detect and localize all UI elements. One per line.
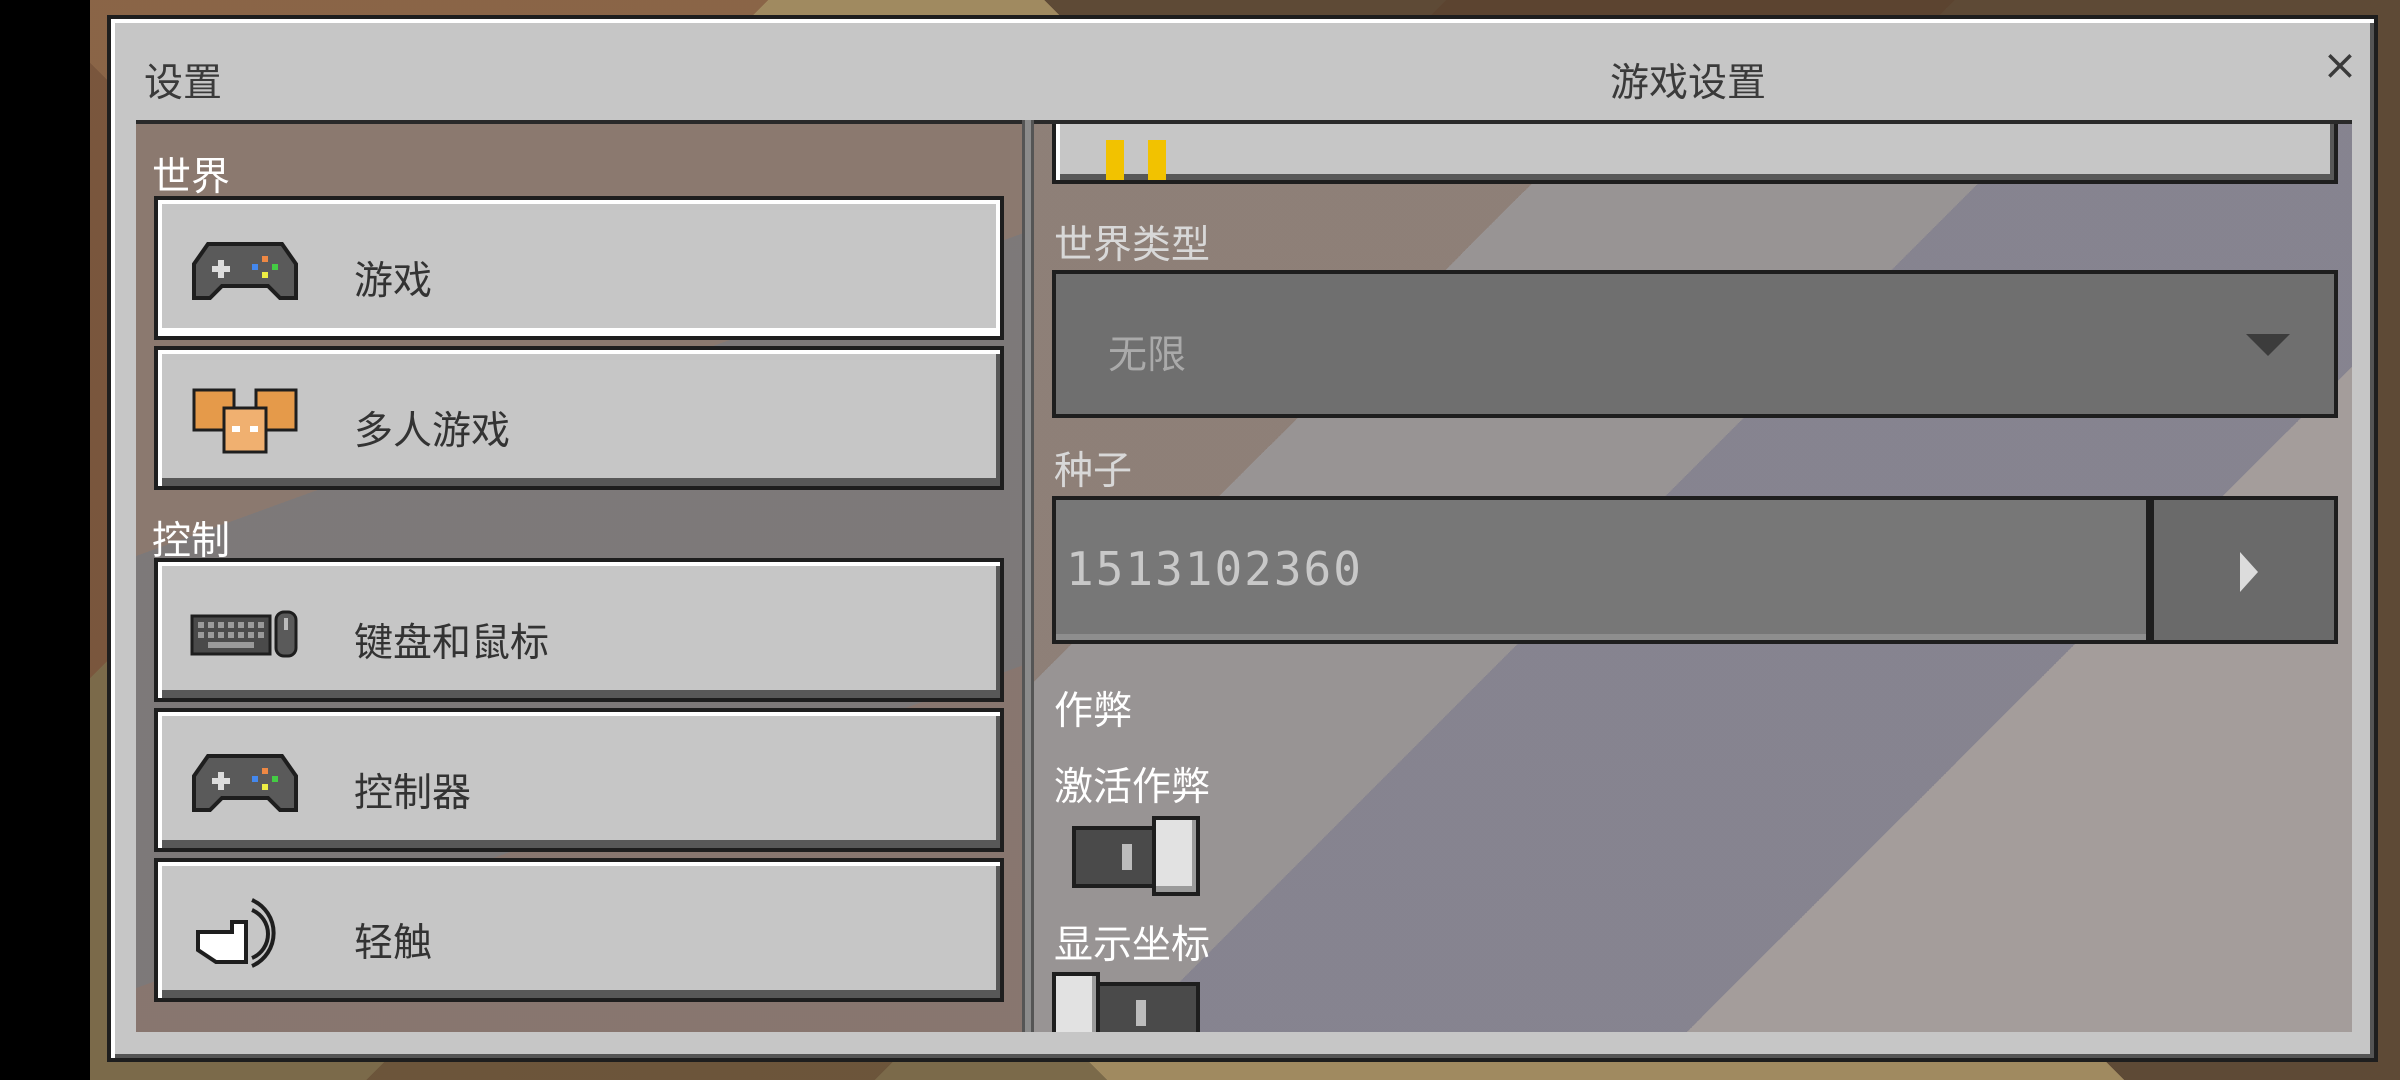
show-coordinates-toggle[interactable]	[1052, 972, 1200, 1036]
sidebar-item-label: 控制器	[354, 771, 472, 816]
cheats-section-title: 作弊	[1054, 689, 1133, 734]
toggle-knob	[1052, 972, 1100, 1036]
players-icon	[192, 388, 298, 454]
keyboard-mouse-icon	[190, 610, 298, 658]
window-bottom-edge	[136, 1032, 2352, 1042]
gamepad-icon	[192, 242, 298, 300]
toggle-knob	[1152, 816, 1200, 896]
world-type-label: 世界类型	[1054, 223, 1211, 268]
chevron-down-icon	[2246, 334, 2290, 356]
settings-title: 设置	[144, 61, 223, 106]
sidebar-item-touch[interactable]: 轻触	[154, 858, 1004, 1002]
activate-cheats-label: 激活作弊	[1054, 765, 1211, 810]
difficulty-dropdown-partial[interactable]	[1052, 124, 2338, 184]
sidebar-item-label: 轻触	[354, 921, 433, 966]
seed-random-button[interactable]	[2150, 496, 2338, 644]
seed-label: 种子	[1054, 449, 1133, 494]
touch-icon	[196, 898, 276, 968]
sidebar-item-game[interactable]: 游戏	[154, 196, 1004, 340]
seed-field[interactable]: 1513102360	[1052, 496, 2150, 644]
sidebar-item-label: 键盘和鼠标	[354, 621, 550, 666]
controller-icon	[192, 754, 298, 812]
show-coordinates-label: 显示坐标	[1054, 923, 1211, 968]
world-type-dropdown[interactable]: 无限	[1052, 270, 2338, 418]
game-settings-panel[interactable]: 世界类型 无限 种子 1513102360 作弊 激活作弊 显示坐标	[1034, 120, 2352, 1036]
difficulty-icon	[1106, 140, 1166, 180]
panel-scrollbar[interactable]	[1022, 120, 1034, 1032]
sidebar-item-keyboard-mouse[interactable]: 键盘和鼠标	[154, 558, 1004, 702]
sidebar-item-label: 多人游戏	[354, 409, 511, 454]
sidebar-item-multiplayer[interactable]: 多人游戏	[154, 346, 1004, 490]
world-type-value: 无限	[1108, 333, 1187, 378]
arrow-right-icon	[2240, 552, 2258, 592]
seed-value: 1513102360	[1066, 542, 1363, 596]
sidebar-item-label: 游戏	[354, 259, 433, 304]
activate-cheats-toggle[interactable]	[1072, 816, 1202, 896]
close-button[interactable]: ×	[2315, 40, 2365, 90]
sidebar-item-controller[interactable]: 控制器	[154, 708, 1004, 852]
toggle-mark	[1136, 1000, 1146, 1026]
section-title-world: 世界	[152, 155, 231, 200]
sidebar[interactable]: 世界 游戏 多人游戏 控制 键盘和鼠标 控制器 轻触	[136, 120, 1022, 1036]
page-title: 游戏设置	[1610, 61, 1767, 106]
toggle-mark	[1122, 844, 1132, 870]
